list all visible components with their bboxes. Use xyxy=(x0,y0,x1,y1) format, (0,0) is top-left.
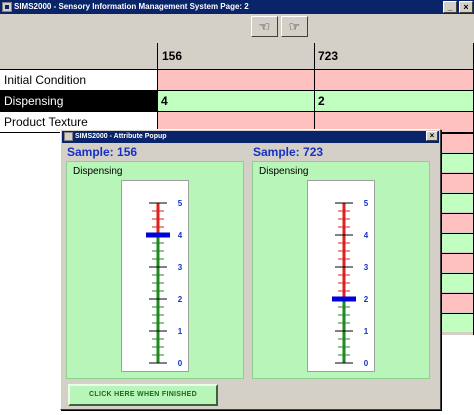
hand-right-icon: ☞ xyxy=(288,19,301,34)
attribute-label: Dispensing xyxy=(73,166,123,177)
app-icon xyxy=(64,132,73,141)
row-label-initial-condition[interactable]: Initial Condition xyxy=(0,70,157,90)
minimize-button[interactable]: _ xyxy=(443,1,457,13)
grid-cell-strip xyxy=(440,253,474,272)
scale-label: 0 xyxy=(178,359,183,368)
scale-marker xyxy=(332,296,356,302)
cell-dispensing-723[interactable]: 2 xyxy=(315,91,474,111)
next-page-button[interactable]: ☞ xyxy=(281,16,308,37)
grid-cell-strip xyxy=(440,133,474,152)
finish-button[interactable]: CLICK HERE WHEN FINISHED xyxy=(68,384,218,406)
grid-cell-strip xyxy=(440,173,474,192)
cell-dispensing-156[interactable]: 4 xyxy=(158,91,314,111)
grid-cell-strip xyxy=(440,273,474,292)
rating-scale-156[interactable]: 0 1 2 3 4 5 xyxy=(121,180,189,372)
scale-label: 0 xyxy=(364,359,369,368)
scale-label: 3 xyxy=(364,263,369,272)
rating-scale-graphic[interactable]: 0 1 2 3 4 5 xyxy=(122,181,188,371)
scale-label: 4 xyxy=(178,231,183,240)
grid-cell-strip xyxy=(440,193,474,212)
sample-panel-723: Dispensing 0 1 2 3 4 5 xyxy=(252,161,430,379)
scale-label: 1 xyxy=(178,327,183,336)
popup-titlebar[interactable]: SIMS2000 - Attribute Popup xyxy=(62,131,439,143)
grid-line xyxy=(157,43,158,133)
sample-panel-156: Dispensing 0 1 2 3 4 5 xyxy=(66,161,244,379)
popup-title: SIMS2000 - Attribute Popup xyxy=(75,133,167,140)
scale-label: 2 xyxy=(178,295,183,304)
scale-label: 5 xyxy=(178,199,183,208)
scale-marker xyxy=(146,232,170,238)
rating-scale-graphic[interactable]: 0 1 2 3 4 5 xyxy=(308,181,374,371)
grid-line xyxy=(0,111,474,112)
sample-title-723: Sample: 723 xyxy=(253,145,324,159)
row-label-dispensing[interactable]: Dispensing xyxy=(0,91,157,111)
main-titlebar[interactable]: SIMS2000 - Sensory Information Managemen… xyxy=(0,0,474,14)
scale-label: 1 xyxy=(364,327,369,336)
grid-line xyxy=(0,69,474,70)
grid-header-row xyxy=(0,43,474,70)
column-header-723: 723 xyxy=(318,49,339,63)
close-icon: × xyxy=(429,131,435,140)
cell-initial-723[interactable] xyxy=(315,70,474,90)
grid-cell-strip xyxy=(440,213,474,232)
rating-scale-723[interactable]: 0 1 2 3 4 5 xyxy=(307,180,375,372)
grid-cell-strip xyxy=(440,293,474,312)
scale-label: 2 xyxy=(364,295,369,304)
attribute-label: Dispensing xyxy=(259,166,309,177)
hand-left-icon: ☜ xyxy=(258,19,271,34)
popup-close-button[interactable]: × xyxy=(426,131,438,141)
column-header-156: 156 xyxy=(162,49,183,63)
window-title: SIMS2000 - Sensory Information Managemen… xyxy=(14,2,249,11)
grid-line xyxy=(0,90,474,91)
grid-cell-strip xyxy=(440,313,474,332)
scale-label: 5 xyxy=(364,199,369,208)
app-icon xyxy=(2,2,12,12)
sample-title-156: Sample: 156 xyxy=(67,145,138,159)
scale-label: 4 xyxy=(364,231,369,240)
cell-initial-156[interactable] xyxy=(158,70,314,90)
close-window-button[interactable]: × xyxy=(459,1,473,13)
grid-cell-strip xyxy=(440,153,474,172)
grid-line xyxy=(314,43,315,133)
prev-page-button[interactable]: ☜ xyxy=(251,16,278,37)
scale-label: 3 xyxy=(178,263,183,272)
attribute-popup: SIMS2000 - Attribute Popup × Sample: 156… xyxy=(60,129,441,410)
grid-empty-area xyxy=(0,133,60,335)
grid-cell-strip xyxy=(440,233,474,252)
